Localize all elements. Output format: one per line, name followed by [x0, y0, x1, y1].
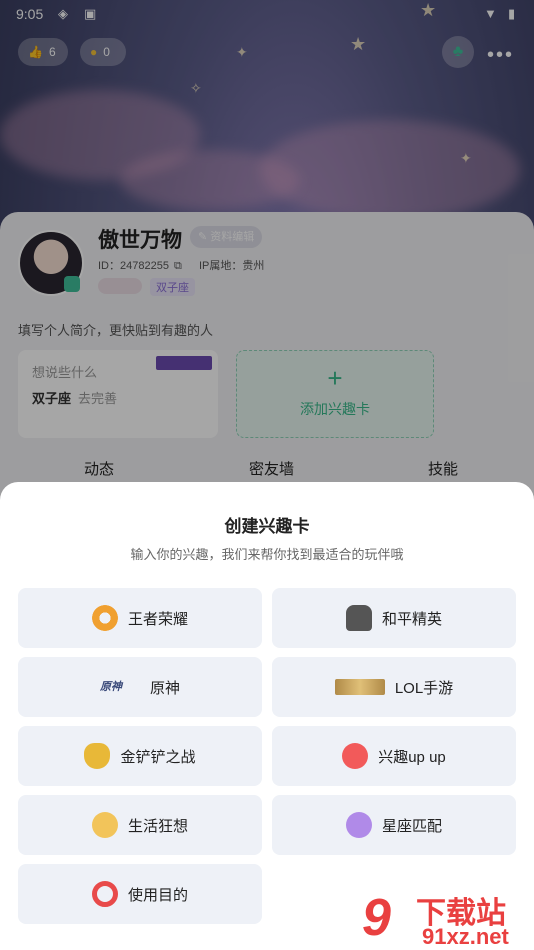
watermark-url: 91xz.net	[422, 924, 509, 949]
option-purpose[interactable]: 使用目的	[18, 864, 262, 924]
option-interest-up[interactable]: 兴趣up up	[272, 726, 516, 786]
genshin-icon: 原神	[99, 681, 122, 693]
golden-spatula-icon	[84, 743, 111, 769]
zodiac-icon	[345, 812, 372, 838]
balloon-icon	[342, 743, 369, 769]
option-label: 和平精英	[381, 610, 442, 628]
option-label: 王者荣耀	[127, 610, 188, 628]
lol-mobile-icon	[334, 679, 385, 695]
option-label: 金铲铲之战	[120, 748, 196, 766]
honor-of-kings-icon	[91, 605, 118, 631]
option-genshin[interactable]: 原神 原神	[18, 657, 262, 717]
peace-elite-icon	[345, 605, 372, 631]
cat-icon	[91, 812, 118, 838]
option-zodiac-match[interactable]: 星座匹配	[272, 795, 516, 855]
option-lol-mobile[interactable]: LOL手游	[272, 657, 516, 717]
option-golden-spatula[interactable]: 金铲铲之战	[18, 726, 262, 786]
watermark: 9 下载站 91xz.net	[362, 886, 534, 950]
option-label: 原神	[149, 679, 180, 697]
option-label: LOL手游	[394, 679, 454, 697]
option-honor-of-kings[interactable]: 王者荣耀	[18, 588, 262, 648]
option-label: 星座匹配	[381, 817, 442, 835]
option-life-fantasy[interactable]: 生活狂想	[18, 795, 262, 855]
option-label: 兴趣up up	[378, 748, 446, 766]
sheet-subtitle: 输入你的兴趣，我们来帮你找到最适合的玩伴哦	[130, 547, 404, 562]
watermark-logo: 9	[362, 889, 391, 947]
sheet-title: 创建兴趣卡	[224, 517, 310, 536]
option-label: 生活狂想	[127, 817, 188, 835]
option-label: 使用目的	[127, 886, 188, 904]
create-interest-card-sheet: 创建兴趣卡 输入你的兴趣，我们来帮你找到最适合的玩伴哦 王者荣耀 和平精英 原神…	[0, 482, 534, 950]
option-peace-elite[interactable]: 和平精英	[272, 588, 516, 648]
target-icon	[91, 881, 118, 907]
